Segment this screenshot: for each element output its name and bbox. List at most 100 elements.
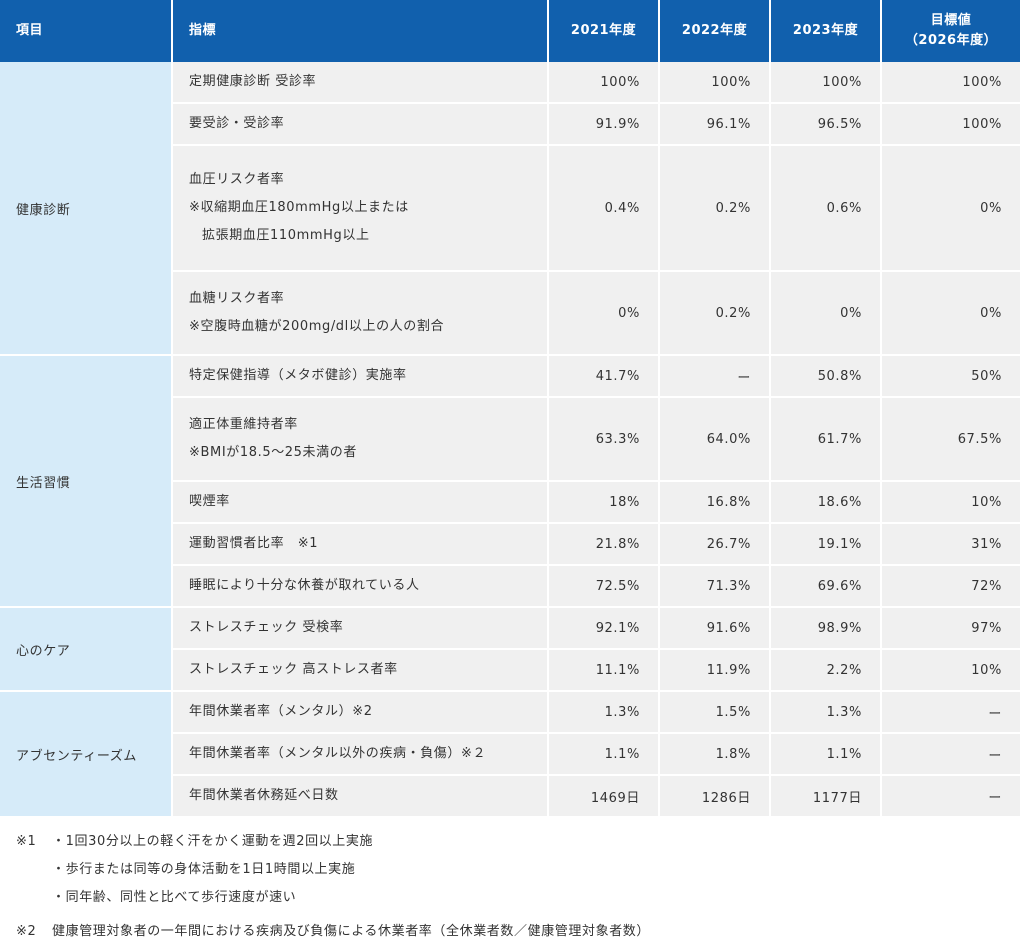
indicator-label: 年間休業者率（メンタル）※2 (173, 692, 549, 734)
value-2022: 0.2% (660, 146, 771, 272)
value-2022: 91.6% (660, 608, 771, 650)
indicator-label: 血糖リスク者率 (189, 291, 285, 306)
value-2021: 0.4% (549, 146, 660, 272)
value-2023: 0% (771, 272, 882, 356)
value-target: ー (882, 692, 1020, 734)
value-2021: 1.3% (549, 692, 660, 734)
footnote-1-line: ※1 ・1回30分以上の軽く汗をかく運動を週2回以上実施 (16, 828, 1020, 856)
value-target: 10% (882, 482, 1020, 524)
value-2022: 96.1% (660, 104, 771, 146)
value-2021: 91.9% (549, 104, 660, 146)
header-item: 項目 (0, 0, 173, 62)
table-header-row: 項目 指標 2021年度 2022年度 2023年度 目標値 （2026年度） (0, 0, 1020, 62)
indicator-cell: 血糖リスク者率 ※空腹時血糖が200mg/dl以上の人の割合 (173, 272, 549, 356)
footnote-1-text: ・歩行または同等の身体活動を1日1時間以上実施 (52, 862, 356, 877)
footnote-1-line: ・同年齢、同性と比べて歩行速度が速い (16, 884, 1020, 912)
footnotes: ※1 ・1回30分以上の軽く汗をかく運動を週2回以上実施 ・歩行または同等の身体… (0, 828, 1020, 946)
header-2021: 2021年度 (549, 0, 660, 62)
value-2023: 69.6% (771, 566, 882, 608)
value-2022: ー (660, 356, 771, 398)
value-2021: 72.5% (549, 566, 660, 608)
value-2021: 100% (549, 62, 660, 104)
value-2021: 11.1% (549, 650, 660, 692)
indicator-label: ストレスチェック 受検率 (173, 608, 549, 650)
value-target: 67.5% (882, 398, 1020, 482)
header-2023: 2023年度 (771, 0, 882, 62)
indicator-label: ストレスチェック 高ストレス者率 (173, 650, 549, 692)
indicator-note: ※BMIが18.5〜25未満の者 (189, 445, 357, 460)
footnote-2-text: 健康管理対象者の一年間における疾病及び負傷による休業者率（全休業者数／健康管理対… (52, 924, 651, 939)
value-target: 31% (882, 524, 1020, 566)
value-2023: 18.6% (771, 482, 882, 524)
indicator-label: 喫煙率 (173, 482, 549, 524)
value-2021: 41.7% (549, 356, 660, 398)
indicator-cell: 血圧リスク者率 ※収縮期血圧180mmHg以上または 拡張期血圧110mmHg以… (173, 146, 549, 272)
table-row: 心のケア ストレスチェック 受検率 92.1% 91.6% 98.9% 97% (0, 608, 1020, 692)
value-2022: 100% (660, 62, 771, 104)
indicator-label: 睡眠により十分な休養が取れている人 (173, 566, 549, 608)
header-indicator: 指標 (173, 0, 549, 62)
category-mental-care: 心のケア (0, 608, 173, 692)
indicator-label: 要受診・受診率 (173, 104, 549, 146)
value-target: 72% (882, 566, 1020, 608)
value-2023: 0.6% (771, 146, 882, 272)
value-target: 100% (882, 104, 1020, 146)
header-target: 目標値 （2026年度） (882, 0, 1020, 62)
health-indicators-table: 項目 指標 2021年度 2022年度 2023年度 目標値 （2026年度） … (0, 0, 1020, 818)
value-target: 97% (882, 608, 1020, 650)
indicator-label: 血圧リスク者率 (189, 172, 285, 187)
indicator-cell: 適正体重維持者率 ※BMIが18.5〜25未満の者 (173, 398, 549, 482)
indicator-label: 運動習慣者比率 ※1 (173, 524, 549, 566)
value-2022: 71.3% (660, 566, 771, 608)
footnote-1-line: ・歩行または同等の身体活動を1日1時間以上実施 (16, 856, 1020, 884)
value-2021: 1469日 (549, 776, 660, 818)
value-2023: 1.3% (771, 692, 882, 734)
value-2023: 50.8% (771, 356, 882, 398)
value-target: 10% (882, 650, 1020, 692)
value-2023: 61.7% (771, 398, 882, 482)
header-target-label: 目標値 (930, 13, 972, 28)
value-target: ー (882, 734, 1020, 776)
value-2023: 2.2% (771, 650, 882, 692)
table-row: 健康診断 定期健康診断 受診率 100% 100% 100% 100% (0, 62, 1020, 356)
header-target-year: （2026年度） (904, 33, 998, 48)
value-2022: 1.5% (660, 692, 771, 734)
value-target: 50% (882, 356, 1020, 398)
value-2021: 0% (549, 272, 660, 356)
indicator-label: 年間休業者率（メンタル以外の疾病・負傷）※２ (173, 734, 549, 776)
value-2022: 16.8% (660, 482, 771, 524)
value-target: ー (882, 776, 1020, 818)
indicator-label: 特定保健指導（メタボ健診）実施率 (173, 356, 549, 398)
category-lifestyle: 生活習慣 (0, 356, 173, 608)
value-2021: 1.1% (549, 734, 660, 776)
value-2022: 1.8% (660, 734, 771, 776)
value-2021: 21.8% (549, 524, 660, 566)
value-2023: 1177日 (771, 776, 882, 818)
category-health-checkup: 健康診断 (0, 62, 173, 356)
value-target: 0% (882, 272, 1020, 356)
footnote-2-line: ※2 健康管理対象者の一年間における疾病及び負傷による休業者率（全休業者数／健康… (16, 918, 1020, 946)
value-2023: 100% (771, 62, 882, 104)
table-row: 生活習慣 特定保健指導（メタボ健診）実施率 41.7% ー 50.8% 50% (0, 356, 1020, 608)
header-2022: 2022年度 (660, 0, 771, 62)
footnote-1-text: ・同年齢、同性と比べて歩行速度が速い (52, 890, 297, 905)
value-2023: 96.5% (771, 104, 882, 146)
footnote-2-mark: ※2 (16, 924, 37, 939)
value-2022: 26.7% (660, 524, 771, 566)
value-2023: 98.9% (771, 608, 882, 650)
value-2021: 18% (549, 482, 660, 524)
value-2022: 64.0% (660, 398, 771, 482)
footnote-1-text: ・1回30分以上の軽く汗をかく運動を週2回以上実施 (52, 834, 374, 849)
value-target: 100% (882, 62, 1020, 104)
indicator-note: 拡張期血圧110mmHg以上 (202, 228, 370, 243)
value-2022: 11.9% (660, 650, 771, 692)
value-target: 0% (882, 146, 1020, 272)
indicator-note: ※空腹時血糖が200mg/dl以上の人の割合 (189, 319, 445, 334)
value-2023: 1.1% (771, 734, 882, 776)
indicator-label: 定期健康診断 受診率 (173, 62, 549, 104)
value-2021: 92.1% (549, 608, 660, 650)
indicator-label: 適正体重維持者率 (189, 417, 298, 432)
category-absenteeism: アブセンティーズム (0, 692, 173, 818)
value-2022: 1286日 (660, 776, 771, 818)
footnote-1-mark: ※1 (16, 834, 37, 849)
